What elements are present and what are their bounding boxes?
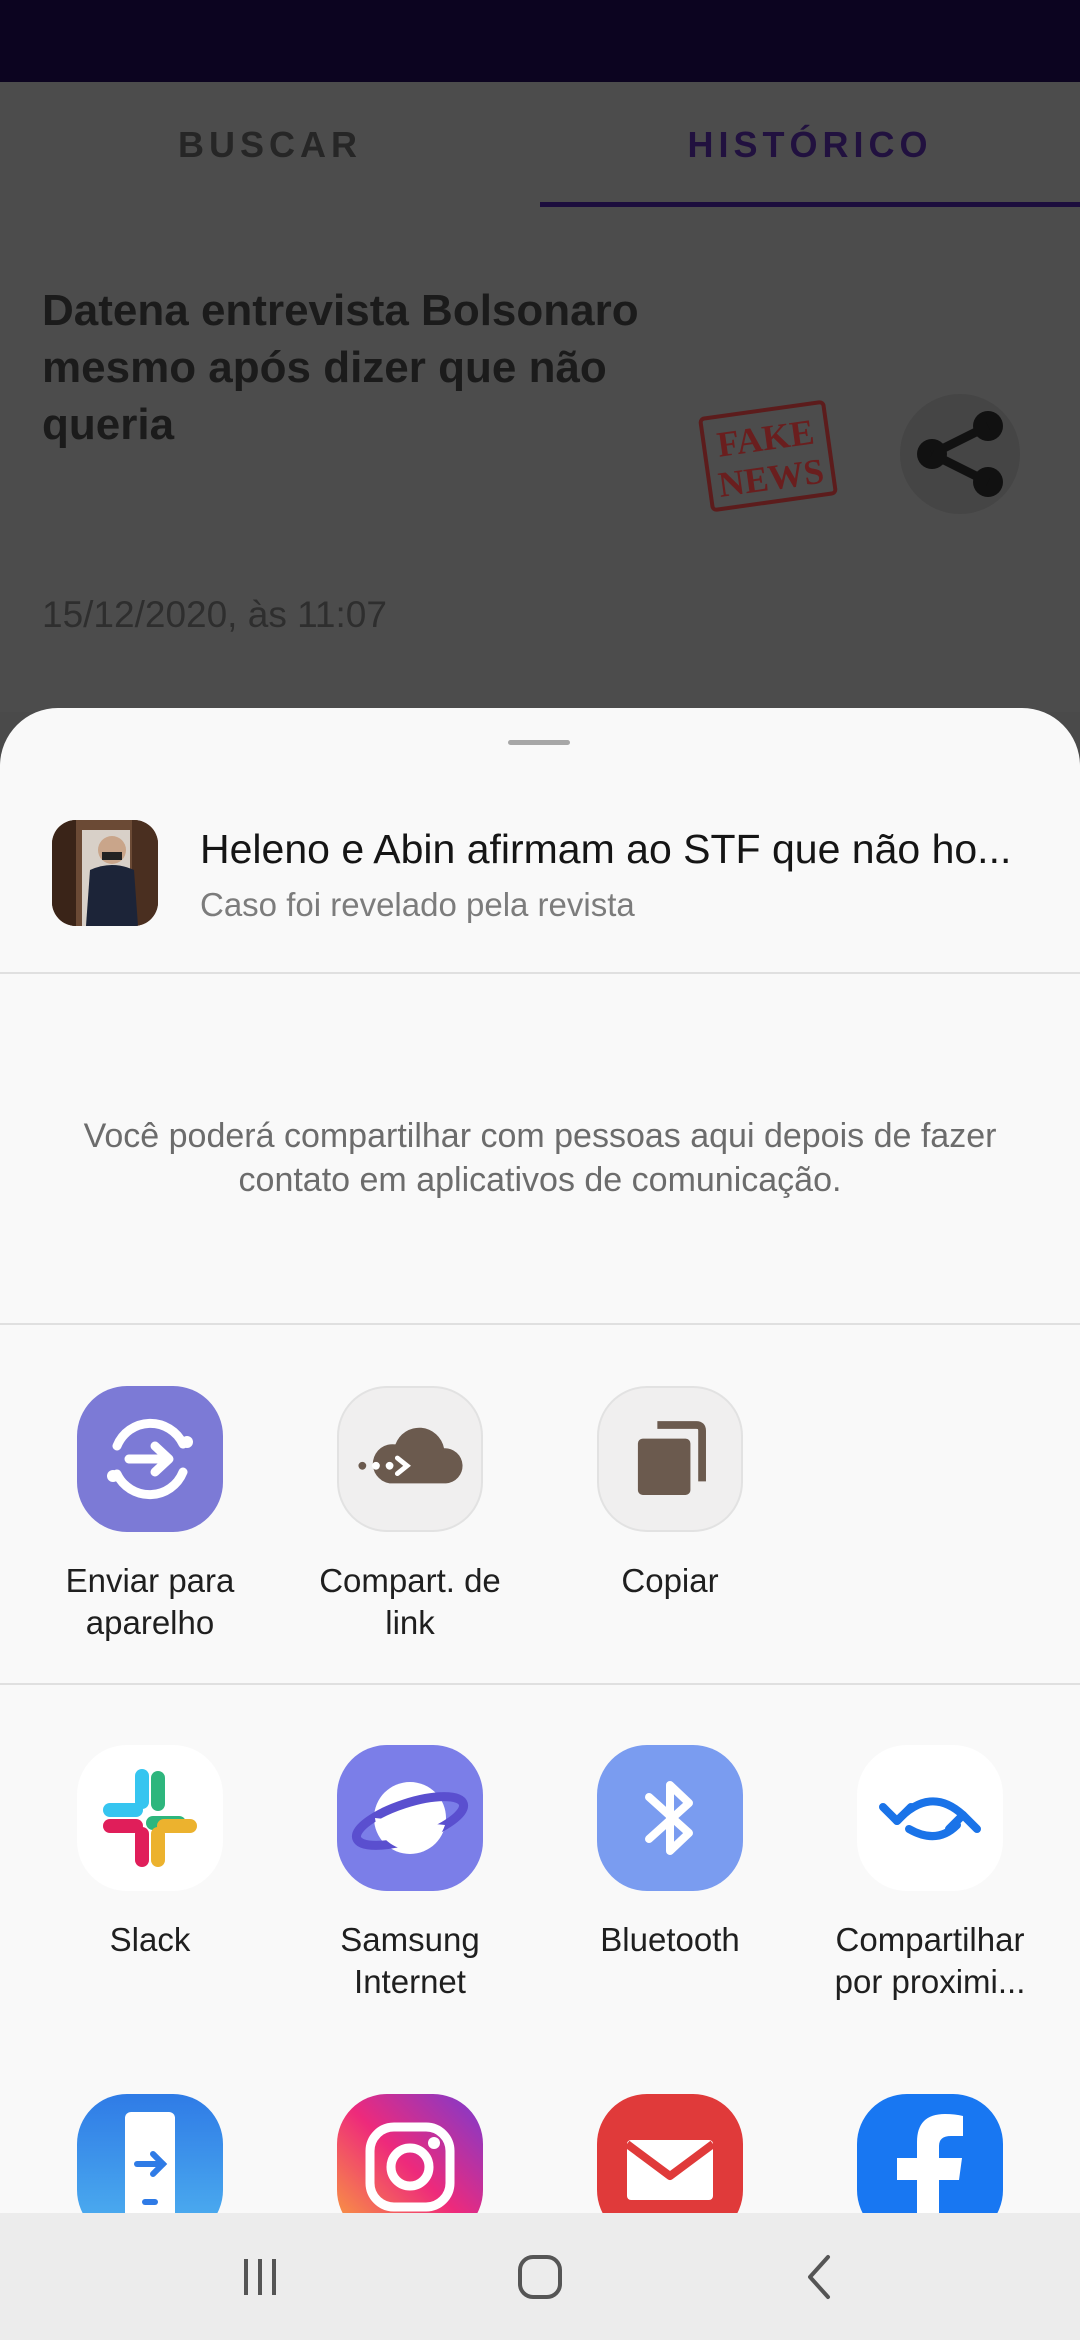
- smart-switch-app[interactable]: [20, 2094, 280, 2213]
- email-icon: [597, 2094, 743, 2213]
- instagram-app[interactable]: [280, 2094, 540, 2213]
- tab-indicator: [540, 202, 1080, 207]
- nearby-share-icon: [857, 1745, 1003, 1891]
- copy-action[interactable]: Copiar: [540, 1386, 800, 1602]
- drag-handle[interactable]: [508, 740, 570, 745]
- preview-subtitle: Caso foi revelado pela revista: [200, 886, 635, 923]
- slack-label: Slack: [109, 1921, 191, 1958]
- samsung-internet-app[interactable]: Samsung Internet: [280, 1745, 540, 2003]
- link-share-label: Compart. de link: [319, 1562, 501, 1641]
- slack-app[interactable]: Slack: [20, 1745, 280, 1961]
- bluetooth-label: Bluetooth: [600, 1921, 740, 1958]
- nearby-share-app[interactable]: Compartilhar por proximi...: [800, 1745, 1060, 2003]
- share-button[interactable]: [900, 394, 1020, 514]
- send-to-device-label: Enviar para aparelho: [65, 1562, 235, 1641]
- facebook-app[interactable]: [800, 2094, 1060, 2213]
- home-icon: [518, 2254, 562, 2299]
- preview-title: Heleno e Abin afirmam ao STF que não ho.…: [200, 826, 1012, 872]
- tab-historico[interactable]: HISTÓRICO: [540, 82, 1080, 208]
- home-button[interactable]: [440, 2213, 640, 2340]
- copy-icon: [597, 1386, 743, 1532]
- link-share-action[interactable]: Compart. de link: [280, 1386, 540, 1644]
- send-to-device-icon: [77, 1386, 223, 1532]
- tab-buscar[interactable]: BUSCAR: [0, 82, 540, 208]
- bluetooth-icon: [597, 1745, 743, 1891]
- send-to-device-action[interactable]: Enviar para aparelho: [20, 1386, 280, 1644]
- divider: [0, 972, 1080, 974]
- recent-apps-button[interactable]: [160, 2213, 360, 2340]
- back-button[interactable]: [720, 2213, 920, 2340]
- share-icon: [917, 411, 1003, 497]
- back-icon: [808, 2254, 830, 2299]
- direct-share-info: Você poderá compartilhar com pessoas aqu…: [83, 1117, 997, 1199]
- news-date: 15/12/2020, às 11:07: [42, 594, 387, 635]
- tab-bar: BUSCAR HISTÓRICO: [0, 82, 1080, 208]
- copy-label: Copiar: [621, 1562, 719, 1599]
- divider: [0, 1683, 1080, 1685]
- nearby-share-label: Compartilhar por proximi...: [834, 1921, 1026, 2000]
- news-title[interactable]: Datena entrevista Bolsonaro mesmo após d…: [42, 282, 682, 453]
- bluetooth-app[interactable]: Bluetooth: [540, 1745, 800, 1961]
- samsung-internet-label: Samsung Internet: [340, 1921, 480, 2000]
- facebook-icon: [857, 2094, 1003, 2213]
- smart-switch-icon: [77, 2094, 223, 2213]
- instagram-icon: [337, 2094, 483, 2213]
- share-sheet: Heleno e Abin afirmam ao STF que não ho.…: [0, 708, 1080, 2213]
- email-app[interactable]: [540, 2094, 800, 2213]
- background-app: BUSCAR HISTÓRICO Datena entrevista Bolso…: [0, 82, 1080, 712]
- divider: [0, 1323, 1080, 1325]
- preview-thumbnail: [52, 820, 158, 926]
- link-share-cloud-icon: [337, 1386, 483, 1532]
- navigation-bar: [0, 2213, 1080, 2340]
- fake-news-stamp: FAKE NEWS: [698, 400, 838, 512]
- slack-icon: [77, 1745, 223, 1891]
- status-bar: [0, 0, 1080, 82]
- recent-apps-icon: [244, 2258, 276, 2295]
- samsung-internet-icon: [337, 1745, 483, 1891]
